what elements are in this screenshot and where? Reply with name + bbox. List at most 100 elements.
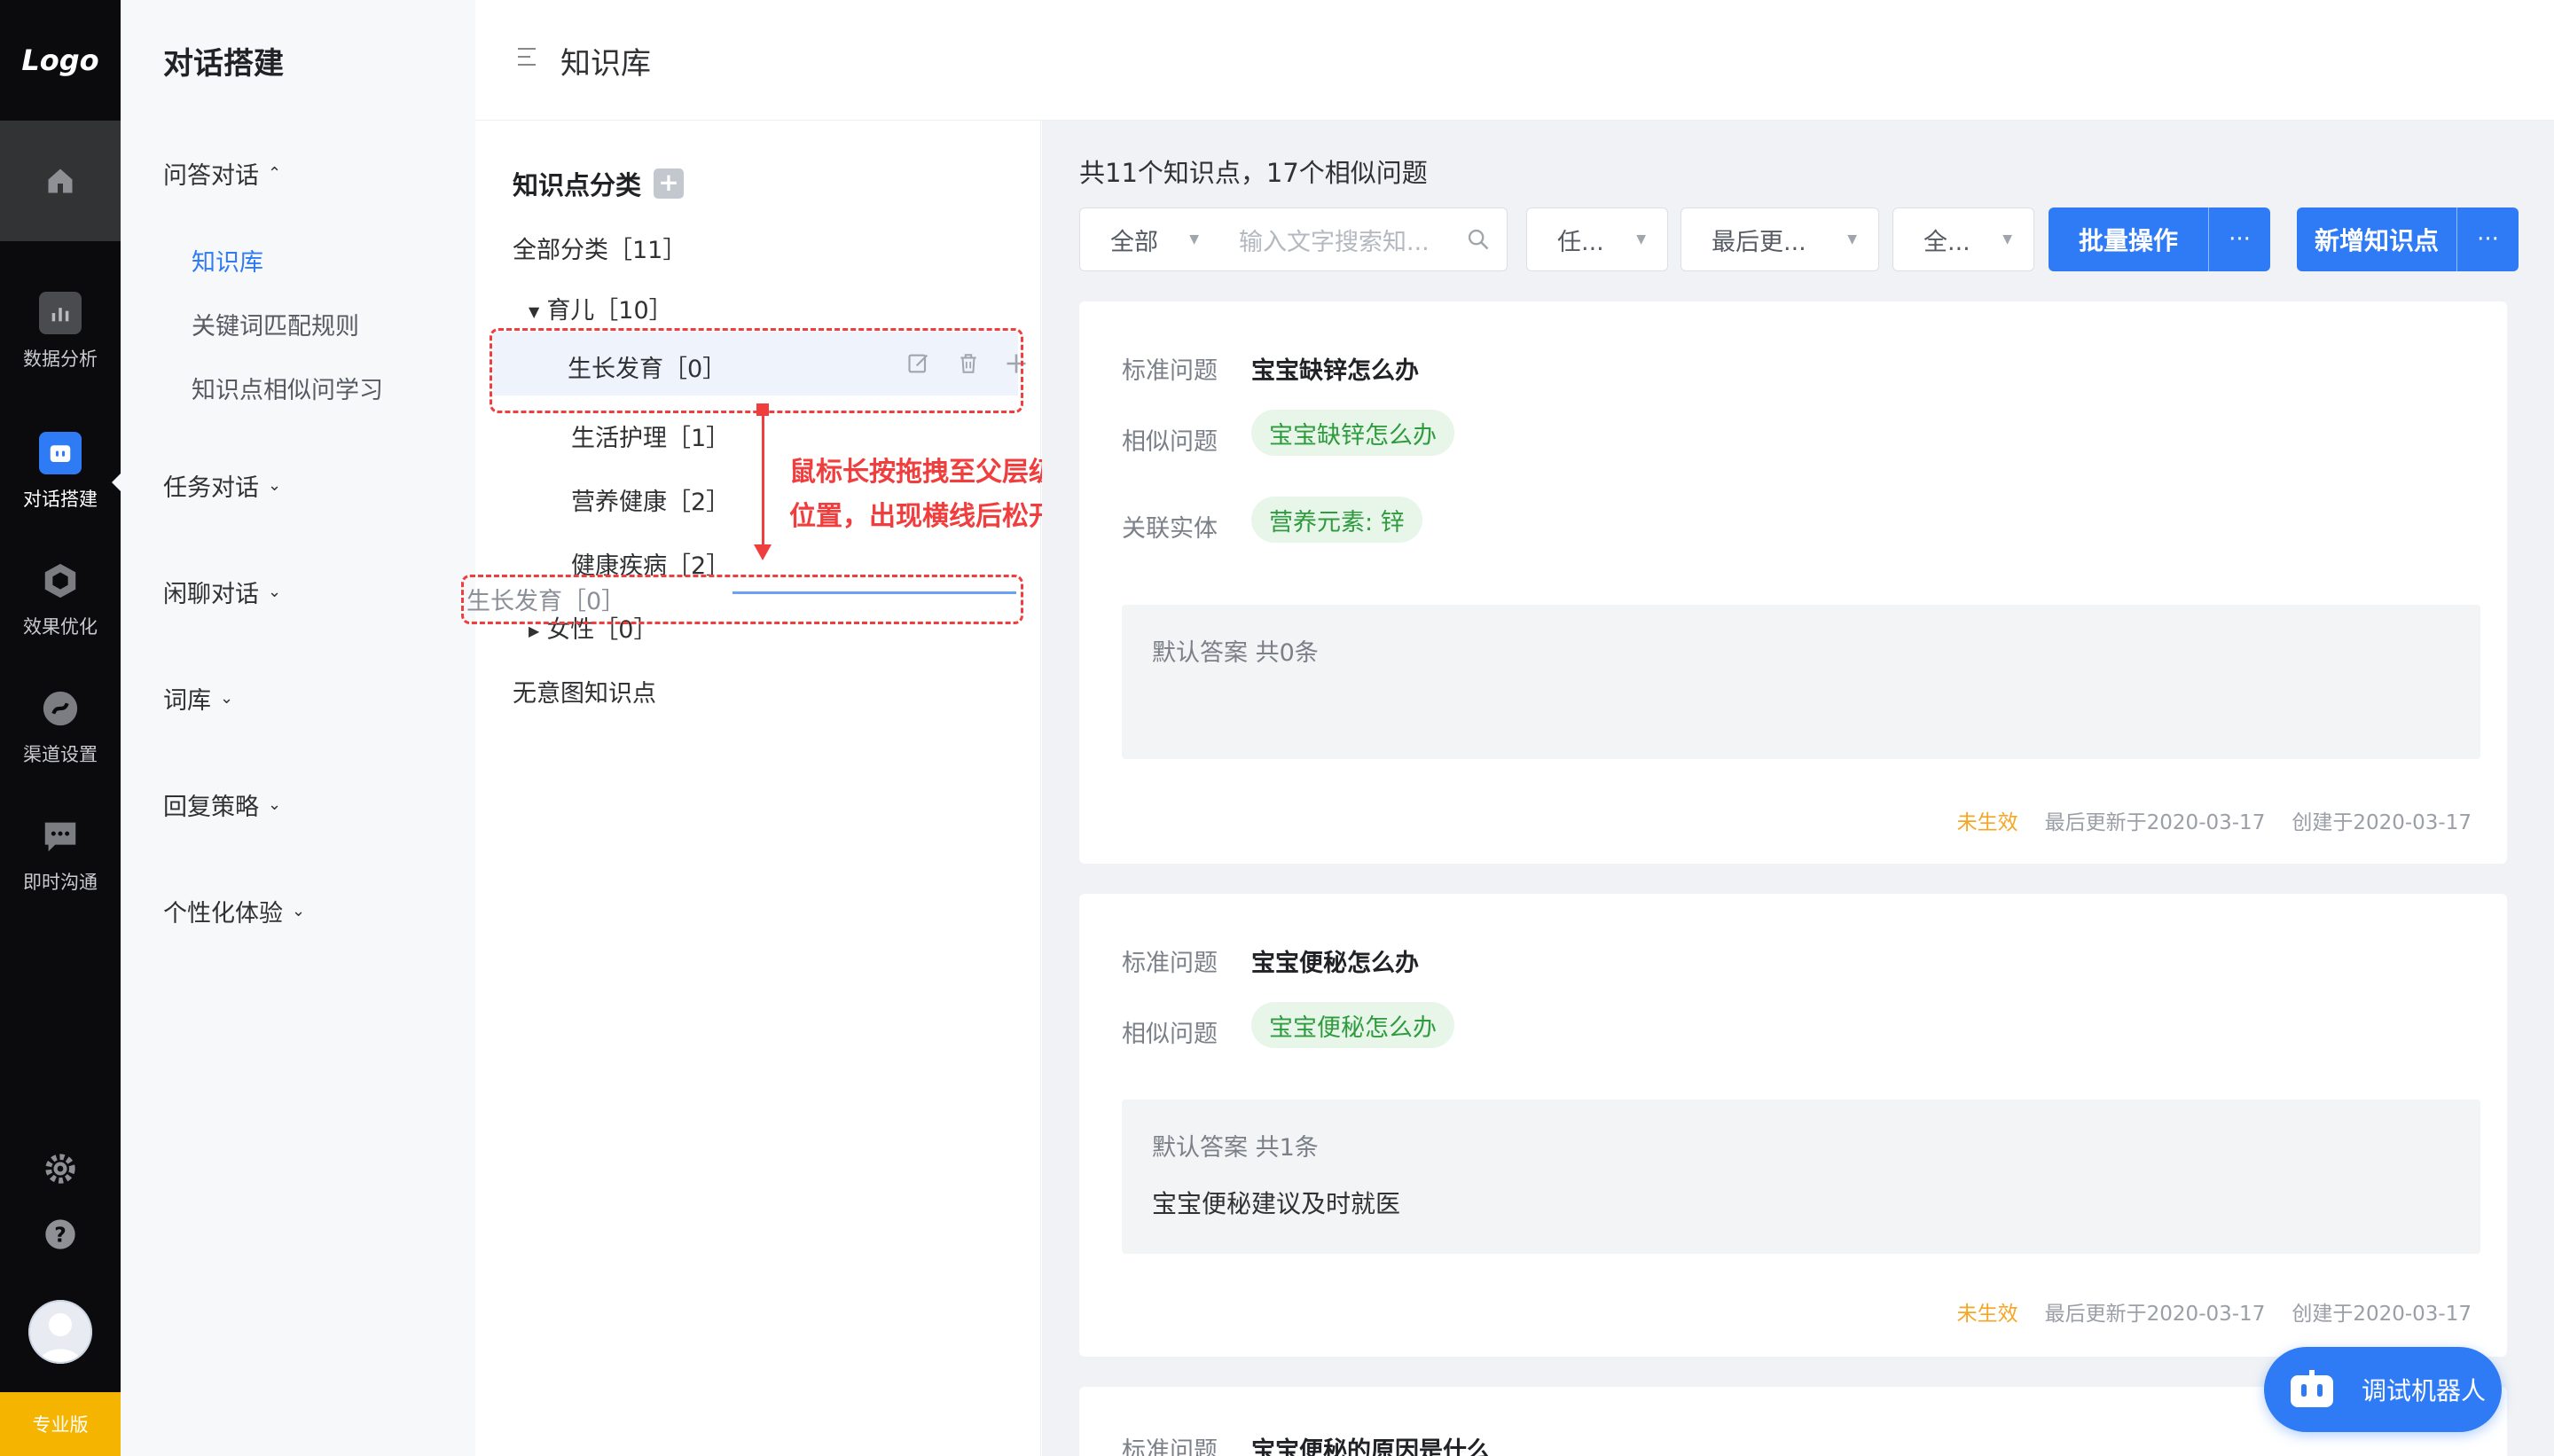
annotation-source-box: [490, 328, 1023, 413]
menu-group-lexicon[interactable]: 词库 ⌄: [163, 681, 233, 716]
menu-group-personalize[interactable]: 个性化体验 ⌄: [163, 894, 305, 928]
rail-label: 渠道设置: [23, 744, 98, 765]
secondary-menu: 对话搭建 问答对话 ⌃ 知识库 关键词匹配规则 知识点相似问学习 任务对话 ⌄ …: [121, 0, 475, 1456]
rail-item-channel[interactable]: 渠道设置: [0, 665, 121, 789]
search-placeholder: 输入文字搜索知...: [1239, 228, 1430, 256]
add-knowledge-button[interactable]: 新增知识点 ···: [2297, 207, 2519, 271]
caret-down-icon: ▼: [1189, 232, 1199, 247]
menu-group-reply-strategy[interactable]: 回复策略 ⌄: [163, 787, 281, 822]
menu-group-task[interactable]: 任务对话 ⌄: [163, 468, 281, 503]
collapse-menu-icon[interactable]: [518, 48, 537, 69]
debug-robot-button[interactable]: 调试机器人: [2264, 1347, 2502, 1432]
menu-group-chitchat[interactable]: 闲聊对话 ⌄: [163, 575, 281, 609]
rail-label: 对话搭建: [23, 489, 98, 510]
standard-question: 宝宝便秘的原因是什么: [1251, 1437, 1491, 1456]
svg-text:?: ?: [54, 1222, 67, 1247]
knowledge-list-area: 共11个知识点，17个相似问题 全部 ▼ 输入文字搜索知... 任... ▼ 最后更…: [1042, 121, 2554, 1456]
rail-item-optimize[interactable]: 效果优化: [0, 537, 121, 661]
avatar[interactable]: [28, 1300, 92, 1364]
field-label: 标准问题: [1122, 1437, 1218, 1456]
updated-time: 最后更新于2020-03-17: [2044, 1303, 2266, 1326]
top-header: 知识库: [475, 0, 2554, 121]
batch-label: 批量操作: [2079, 226, 2179, 255]
home-icon: [48, 168, 73, 193]
category-tree-panel: 知识点分类 + 全部分类［11］ ▼ 育儿［10］ 生长发育［0］ 生活护理［1］…: [475, 121, 1041, 1456]
filter-select-2[interactable]: 任... ▼: [1526, 207, 1668, 271]
menu-group-label: 闲聊对话: [163, 581, 259, 608]
rail-item-im[interactable]: 即时沟通: [0, 793, 121, 917]
rail-item-data-analysis[interactable]: 数据分析: [0, 270, 121, 394]
debug-robot-label: 调试机器人: [2362, 1376, 2487, 1405]
menu-group-qa[interactable]: 问答对话 ⌃: [163, 156, 281, 191]
scope-select[interactable]: 全部 ▼: [1079, 207, 1221, 271]
global-nav-rail: Logo 数据分析 对话搭建 效果优化 渠道设置 即时沟通 ? 专业版: [0, 0, 122, 1456]
more-dots-icon[interactable]: ···: [2456, 207, 2519, 271]
answer-header: 默认答案 共0条: [1152, 639, 1319, 667]
filter-select-4[interactable]: 全... ▼: [1892, 207, 2034, 271]
select-value: 全...: [1923, 228, 1970, 256]
menu-item-keyword-rules[interactable]: 关键词匹配规则: [192, 307, 359, 341]
chevron-down-icon: ⌄: [292, 902, 306, 920]
similar-question-tag: 宝宝便秘怎么办: [1251, 1002, 1454, 1048]
robot-icon: [2291, 1370, 2333, 1407]
caret-down-icon: ▼: [2002, 232, 2012, 247]
knowledge-card[interactable]: 标准问题 宝宝便秘怎么办 相似问题 宝宝便秘怎么办 默认答案 共1条 宝宝便秘建…: [1079, 894, 2507, 1357]
logo: Logo: [21, 43, 99, 77]
plan-badge: 专业版: [0, 1392, 121, 1456]
updated-time: 最后更新于2020-03-17: [2044, 811, 2266, 834]
field-label: 相似问题: [1122, 1021, 1218, 1048]
tree-node-no-intent[interactable]: 无意图知识点: [513, 674, 656, 708]
menu-item-knowledge-base[interactable]: 知识库: [192, 243, 263, 278]
tree-node-all[interactable]: 全部分类［11］: [513, 231, 686, 265]
tree-title-text: 知识点分类: [513, 170, 642, 200]
menu-group-label: 词库: [163, 687, 211, 715]
field-label: 标准问题: [1122, 357, 1218, 385]
select-value: 任...: [1557, 228, 1604, 256]
answer-header: 默认答案 共1条: [1152, 1134, 1319, 1162]
tree-node-child[interactable]: 营养健康［2］: [571, 482, 730, 517]
annotation-arrow: [762, 408, 764, 550]
drag-ghost-label: 生长发育［0］: [466, 588, 626, 615]
card-meta: 未生效 最后更新于2020-03-17 创建于2020-03-17: [1957, 1296, 2472, 1327]
chevron-down-icon: ⌄: [220, 689, 234, 708]
settings-gear-icon[interactable]: [43, 1151, 78, 1186]
status-badge: 未生效: [1956, 1303, 2018, 1326]
tree-node-parenting[interactable]: ▼ 育儿［10］: [529, 291, 673, 325]
chevron-down-icon: ⌄: [268, 795, 282, 814]
menu-item-similar-learning[interactable]: 知识点相似问学习: [192, 371, 383, 405]
summary-count: 共11个知识点，17个相似问题: [1079, 158, 1428, 188]
field-label: 标准问题: [1122, 950, 1218, 977]
default-answer-box: 默认答案 共1条 宝宝便秘建议及时就医: [1122, 1100, 2480, 1254]
answer-text: 宝宝便秘建议及时就医: [1152, 1189, 1401, 1218]
drop-indicator-line: [733, 591, 1016, 594]
caret-down-icon[interactable]: ▼: [529, 303, 539, 320]
tree-node-child[interactable]: 生活护理［1］: [571, 419, 730, 453]
search-input[interactable]: 输入文字搜索知...: [1219, 207, 1508, 271]
search-icon[interactable]: [1466, 227, 1491, 252]
add-label: 新增知识点: [2315, 226, 2440, 255]
created-time: 创建于2020-03-17: [2292, 811, 2472, 834]
home-button[interactable]: [0, 121, 121, 241]
field-label: 相似问题: [1122, 428, 1218, 456]
chat-bubble-icon: [39, 815, 82, 857]
default-answer-box: 默认答案 共0条: [1122, 605, 2480, 759]
rail-item-dialog-build[interactable]: 对话搭建: [0, 410, 121, 534]
bar-chart-icon: [39, 292, 82, 334]
chevron-down-icon: ⌄: [268, 583, 282, 601]
help-icon[interactable]: ?: [43, 1217, 78, 1252]
add-category-button[interactable]: +: [654, 168, 685, 199]
annotation-line: 位置，出现横线后松开: [789, 501, 1055, 532]
field-label: 关联实体: [1122, 515, 1218, 543]
menu-group-label: 任务对话: [163, 474, 259, 502]
batch-operation-button[interactable]: 批量操作 ···: [2049, 207, 2271, 271]
caret-down-icon: ▼: [1636, 232, 1646, 247]
status-badge: 未生效: [1956, 811, 2018, 834]
caret-right-icon[interactable]: ▶: [529, 622, 539, 639]
menu-group-label: 回复策略: [163, 794, 259, 821]
knowledge-card[interactable]: 标准问题 宝宝缺锌怎么办 相似问题 宝宝缺锌怎么办 关联实体 营养元素: 锌 默…: [1079, 301, 2507, 864]
channel-icon: [39, 687, 82, 730]
select-value: 全部: [1110, 228, 1158, 256]
annotation-note: 鼠标长按拖拽至父层级 位置，出现横线后松开: [789, 450, 1055, 539]
filter-select-3[interactable]: 最后更... ▼: [1680, 207, 1879, 271]
more-dots-icon[interactable]: ···: [2208, 207, 2270, 271]
